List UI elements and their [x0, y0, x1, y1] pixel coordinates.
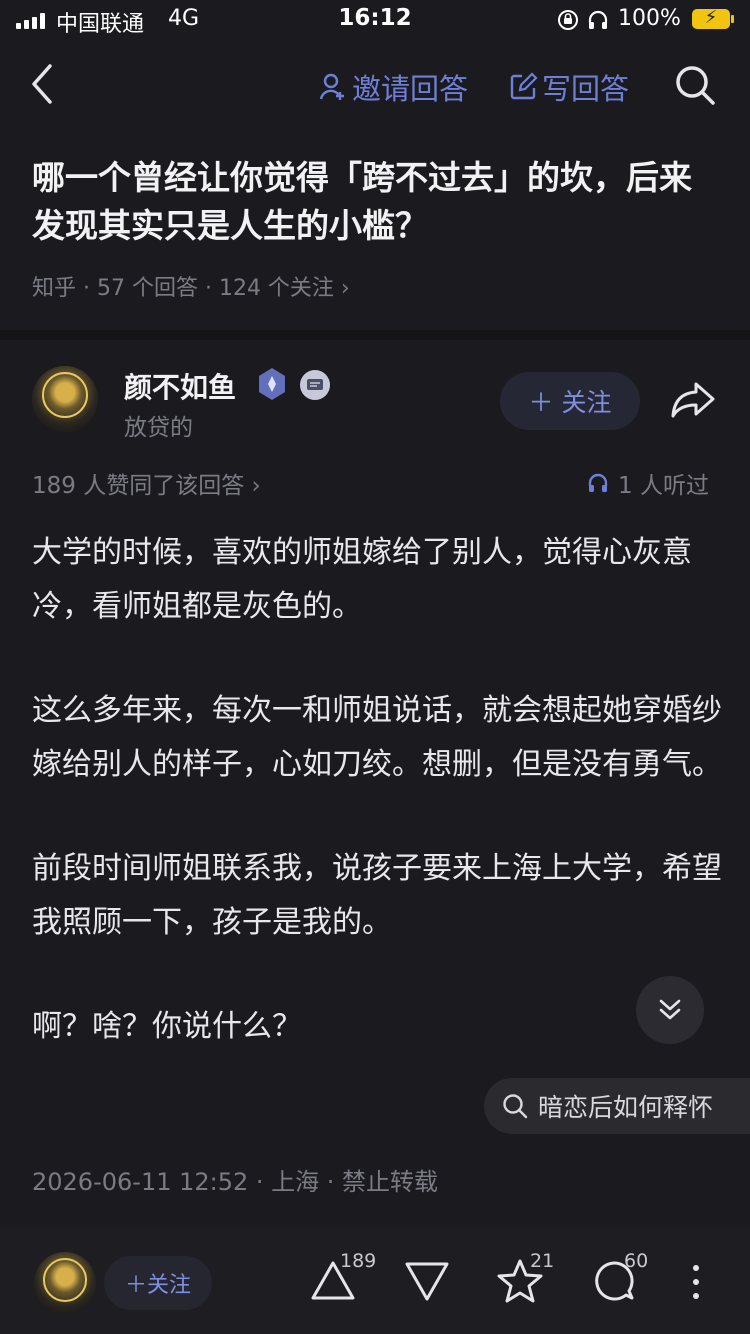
- verified-badge-icon: [259, 368, 285, 400]
- question-title[interactable]: 哪一个曾经让你觉得「跨不过去」的坎，后来发现其实只是人生的小槛？: [32, 154, 722, 250]
- bottom-author-avatar[interactable]: [34, 1252, 96, 1314]
- answer-paragraph: 这么多年来，每次一和师姐说话，就会想起她穿婚纱嫁给别人的样子，心如刀绞。想删，但…: [32, 693, 722, 782]
- edit-icon: [510, 72, 538, 100]
- battery-icon: ⚡: [692, 7, 734, 29]
- battery-percent: 100%: [618, 6, 681, 31]
- answer-paragraph: 大学的时候，喜欢的师姐嫁给了别人，觉得心灰意冷，看师姐都是灰色的。: [32, 535, 692, 624]
- double-chevron-down-icon: [659, 999, 681, 1020]
- headphones-icon: [588, 473, 608, 492]
- answer-paragraph: 前段时间师姐联系我，说孩子要来上海上大学，希望我照顾一下，孩子是我的。: [32, 851, 722, 940]
- rotation-lock-icon: [558, 10, 578, 30]
- write-answer-label: 写回答: [542, 72, 630, 106]
- related-search-label: 暗恋后如何释怀: [538, 1093, 714, 1122]
- answer-content: 大学的时候，喜欢的师姐嫁给了别人，觉得心灰意冷，看师姐都是灰色的。 这么多年来，…: [32, 526, 722, 1104]
- divider: [0, 330, 750, 340]
- downvote-icon: [405, 1262, 449, 1301]
- author-subtitle: 放贷的: [124, 415, 193, 441]
- comment-count: 60: [624, 1250, 649, 1272]
- follow-label: ＋ 关注: [528, 388, 612, 417]
- downvote-button[interactable]: [404, 1258, 450, 1308]
- author-avatar[interactable]: [32, 366, 98, 432]
- person-add-icon: [319, 73, 344, 100]
- upvote-count: 189: [340, 1250, 377, 1272]
- answer-footer: 2026-06-11 12:52 · 上海 · 禁止转载: [32, 1168, 439, 1196]
- headphones-icon: [588, 10, 608, 29]
- back-icon[interactable]: [28, 62, 56, 106]
- answer-paragraph: 啊？啥？你说什么？: [32, 1009, 302, 1044]
- search-icon: [503, 1094, 528, 1119]
- message-badge-icon: [300, 370, 330, 400]
- related-search-chip[interactable]: 暗恋后如何释怀: [484, 1078, 750, 1134]
- follow-button[interactable]: ＋ 关注: [500, 372, 640, 430]
- listen-count[interactable]: 1 人听过: [586, 466, 709, 500]
- bottom-follow-button[interactable]: ＋关注: [104, 1256, 212, 1310]
- invite-answer-label: 邀请回答: [352, 72, 469, 106]
- upvote-summary[interactable]: 189 人赞同了该回答 ›: [32, 466, 261, 500]
- favorite-count: 21: [530, 1250, 555, 1272]
- share-icon[interactable]: [670, 380, 716, 420]
- write-answer-button[interactable]: 写回答: [508, 66, 629, 108]
- author-name[interactable]: 颜不如鱼: [124, 366, 236, 406]
- question-meta[interactable]: 知乎 · 57 个回答 · 124 个关注 ›: [32, 270, 350, 302]
- bottom-follow-label: ＋关注: [124, 1273, 191, 1298]
- invite-answer-button[interactable]: 邀请回答: [318, 66, 468, 108]
- listen-count-label: 1 人听过: [618, 473, 709, 499]
- status-bar: 中国联通 4G 16:12 100% ⚡: [0, 0, 750, 44]
- more-options-icon[interactable]: [686, 1262, 706, 1302]
- scroll-down-button[interactable]: [636, 976, 704, 1044]
- search-icon[interactable]: [674, 64, 716, 106]
